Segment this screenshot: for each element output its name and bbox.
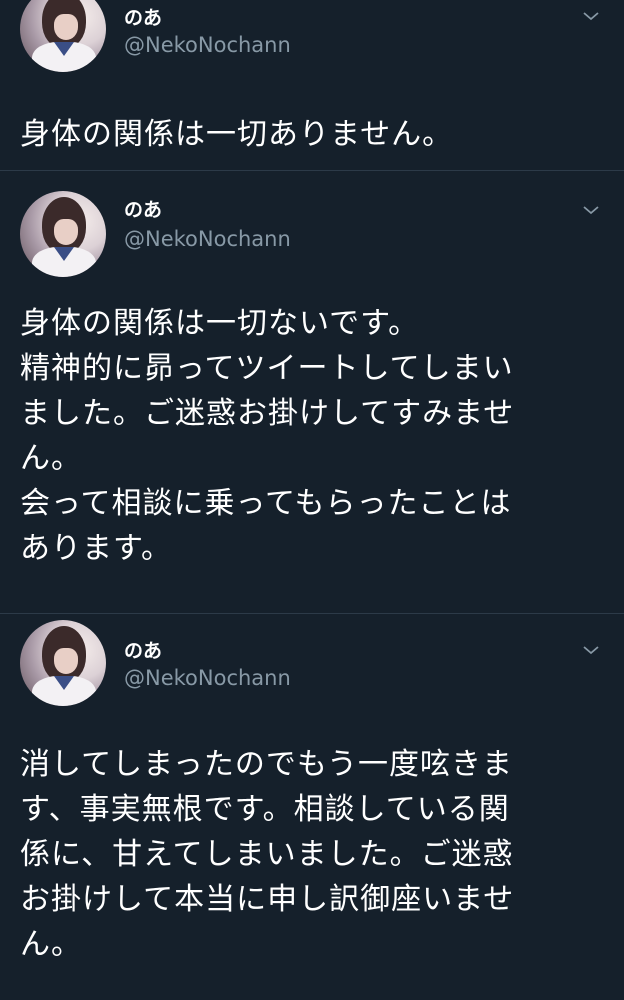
tweet-text: 身体の関係は一切ありません。 (20, 117, 454, 152)
avatar[interactable] (20, 0, 106, 72)
user-handle[interactable]: @NekoNochann (124, 666, 291, 690)
chevron-down-icon[interactable] (582, 10, 600, 22)
tweet-card[interactable]: のあ @NekoNochann 身体の関係は一切ないです。 精神的に昴ってツイー… (0, 171, 624, 613)
chevron-down-icon[interactable] (582, 644, 600, 656)
tweet-card[interactable]: のあ @NekoNochann 消してしまったのでもう一度呟きま す、事実無根で… (0, 614, 624, 1000)
avatar-face (54, 219, 78, 245)
avatar[interactable] (20, 191, 106, 277)
avatar-face (54, 14, 78, 40)
chevron-down-icon[interactable] (582, 204, 600, 216)
tweet-card[interactable]: のあ @NekoNochann 身体の関係は一切ありません。 (0, 0, 624, 170)
user-handle[interactable]: @NekoNochann (124, 33, 291, 57)
avatar-face (54, 648, 78, 674)
display-name[interactable]: のあ (124, 636, 162, 663)
tweet-text: 身体の関係は一切ないです。 精神的に昴ってツイートしてしまい ました。ご迷惑お掛… (20, 306, 515, 566)
tweet-text: 消してしまったのでもう一度呟きま す、事実無根です。相談している関 係に、甘えて… (20, 747, 515, 962)
user-handle[interactable]: @NekoNochann (124, 227, 291, 251)
avatar[interactable] (20, 620, 106, 706)
display-name[interactable]: のあ (124, 3, 162, 30)
display-name[interactable]: のあ (124, 195, 162, 222)
